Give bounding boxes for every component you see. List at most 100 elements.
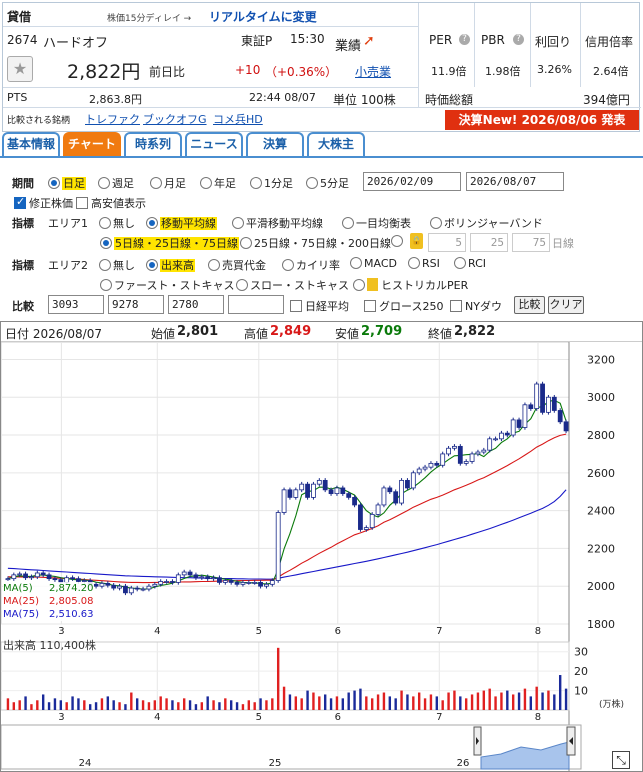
volume-bar (370, 698, 374, 710)
ma-custom-radio[interactable] (391, 235, 405, 248)
performance-arrow-icon[interactable]: ➚ (363, 33, 375, 49)
compare-link-1[interactable]: トレファク (85, 111, 140, 127)
compare-nydow[interactable]: NYダウ (450, 298, 502, 314)
candle-body (240, 582, 246, 585)
stock-chart-svg[interactable]: 3200 3000 2800 2600 2400 2200 2000 1800 3 3 4 4 5 5 6 6… (1, 342, 642, 771)
compare-link-2[interactable]: ブックオフG (143, 111, 207, 127)
expand-icon[interactable]: ⤡ (612, 751, 630, 769)
high-low-checkbox[interactable]: 高安値表示 (76, 195, 146, 211)
candle-body (11, 574, 17, 580)
tab-shareholders[interactable]: 大株主 (307, 132, 365, 156)
period-1min[interactable]: 1分足 (250, 175, 293, 191)
compare-code-1[interactable]: 3093 (48, 295, 104, 314)
candle-body (440, 453, 446, 466)
area2-slow-stoch[interactable]: スロー・ストキャス (236, 277, 349, 293)
candle-body (546, 396, 551, 413)
high-label: 高値 (244, 327, 269, 341)
candle-body (199, 576, 205, 579)
volume-bar (53, 698, 57, 710)
favorite-star-icon[interactable]: ★ (7, 56, 33, 82)
compare-nikkei[interactable]: 日経平均 (290, 298, 349, 314)
market-cap-value: 394億円 (583, 93, 630, 107)
pbr-label: PBR (481, 33, 505, 47)
volume-bar (453, 690, 456, 710)
candle-body (40, 572, 46, 576)
header-top-row: 貸借 株価15分ディレイ → リアルタイムに変更 (3, 3, 418, 27)
candle-body (434, 462, 440, 466)
area2-rsi[interactable]: RSI (408, 257, 440, 270)
candle-body (557, 410, 563, 423)
trading-unit: 単位 100株 (333, 93, 396, 107)
area2-deviation[interactable]: カイリ率 (282, 257, 340, 273)
area1-none[interactable]: 無し (99, 215, 135, 231)
tab-timeseries[interactable]: 時系列 (124, 132, 182, 156)
candle-body (504, 432, 510, 436)
candle-body (123, 585, 128, 594)
help-icon[interactable]: ? (459, 34, 470, 45)
candle-body (358, 504, 363, 530)
period-daily[interactable]: 日足 (48, 175, 86, 191)
volume-bar (470, 694, 474, 710)
area2-fast-stoch[interactable]: ファースト・ストキャス (100, 277, 234, 293)
candle-body (181, 571, 187, 576)
compare-code-4[interactable] (228, 295, 284, 314)
compare-link-3[interactable]: コメ兵HD (213, 111, 263, 127)
compare-code-2[interactable]: 9278 (108, 295, 164, 314)
tab-earnings[interactable]: 決算 (246, 132, 304, 156)
candle-body (399, 479, 404, 504)
date-from-input[interactable]: 2026/02/09 (363, 172, 461, 191)
area2-macd[interactable]: MACD (350, 257, 397, 270)
ma-set-1[interactable]: 5日線・25日線・75日線 (100, 235, 239, 251)
ma-custom-1[interactable]: 5 (428, 233, 466, 252)
tab-basic-info[interactable]: 基本情報 (2, 132, 60, 156)
area2-rci[interactable]: RCI (454, 257, 486, 270)
area2-turnover[interactable]: 売買代金 (208, 257, 266, 273)
yield-cell: 利回り 3.26% (531, 3, 581, 87)
compare-button[interactable]: 比較 (514, 296, 545, 314)
area1-ichimoku[interactable]: 一目均衡表 (342, 215, 411, 231)
clear-button[interactable]: クリア (548, 296, 584, 314)
x-tick-label: 6 (335, 712, 341, 723)
area2-none[interactable]: 無し (99, 257, 135, 273)
period-yearly[interactable]: 年足 (200, 175, 236, 191)
area2-volume[interactable]: 出来高 (146, 257, 195, 273)
earnings-banner[interactable]: 決算New! 2026/08/06 発表 (445, 110, 639, 130)
candle-body (369, 513, 375, 529)
ma-custom-3[interactable]: 75 (512, 233, 550, 252)
area1-bollinger[interactable]: ボリンジャーバンド (430, 215, 543, 231)
candle-body (29, 576, 34, 579)
ma-set-2[interactable]: 25日線・75日線・200日線 (240, 235, 391, 251)
volume-bar (359, 688, 362, 710)
candle-body (217, 577, 222, 583)
volume-bar (271, 698, 274, 710)
volume-bar (159, 696, 162, 710)
industry-link[interactable]: 小売業 (355, 63, 391, 80)
volume-bar (229, 700, 233, 710)
area1-smoothed-ma[interactable]: 平滑移動平均線 (232, 215, 323, 231)
help-icon[interactable]: ? (513, 34, 524, 45)
realtime-link[interactable]: リアルタイムに変更 (209, 8, 317, 25)
area2-label: エリア2 (48, 259, 88, 272)
tab-news[interactable]: ニュース (185, 132, 243, 156)
adjusted-price-checkbox[interactable]: 修正株価 (14, 195, 73, 211)
period-monthly[interactable]: 月足 (150, 175, 186, 191)
lock-icon (367, 278, 378, 291)
candle-body (93, 583, 99, 587)
compare-growth250[interactable]: グロース250 (364, 298, 443, 314)
period-5min[interactable]: 5分足 (306, 175, 349, 191)
open-label: 始値 (151, 327, 176, 341)
x-tick-label: 5 (256, 626, 262, 637)
candle-body (258, 582, 263, 587)
candle-body (516, 419, 522, 428)
area2-hist-per[interactable]: ヒストリカルPER (353, 277, 468, 293)
compare-code-3[interactable]: 2780 (168, 295, 224, 314)
period-weekly[interactable]: 週足 (98, 175, 134, 191)
volume-bar (235, 702, 239, 710)
date-to-input[interactable]: 2026/08/07 (466, 172, 564, 191)
volume-bar (94, 702, 98, 710)
area1-ma[interactable]: 移動平均線 (146, 215, 217, 231)
candle-body (70, 577, 75, 580)
tab-chart[interactable]: チャート (63, 132, 121, 156)
volume-bar (459, 696, 462, 710)
ma-custom-2[interactable]: 25 (470, 233, 508, 252)
